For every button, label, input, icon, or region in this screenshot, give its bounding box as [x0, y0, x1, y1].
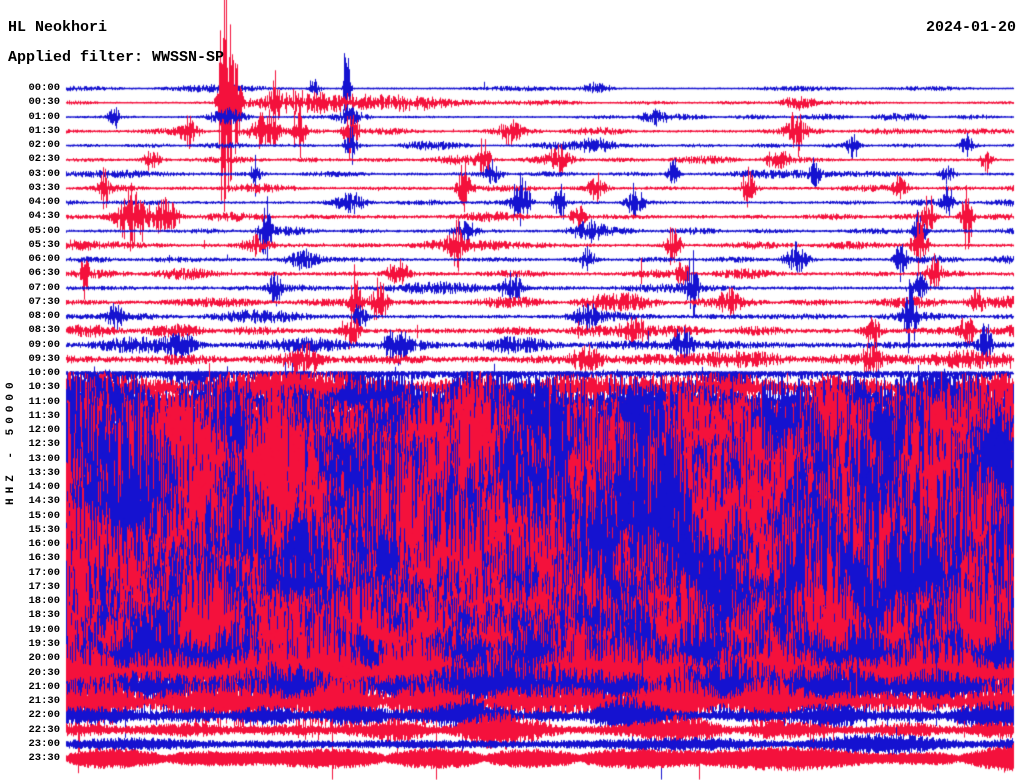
- time-label: 03:30: [28, 181, 60, 194]
- time-label: 21:30: [28, 695, 60, 707]
- time-label: 22:30: [28, 723, 60, 736]
- time-label: 17:30: [28, 580, 60, 593]
- time-label: 12:00: [28, 424, 60, 437]
- time-axis: 00:00 00:30 01:00 01:30 02:00 02:30 03:00 03:30…: [0, 0, 62, 780]
- time-label: 03:00: [28, 167, 60, 180]
- time-label: 11:30: [28, 409, 60, 422]
- time-label: 20:30: [28, 666, 60, 679]
- time-label: 15:30: [28, 523, 60, 536]
- time-label: 01:00: [28, 110, 60, 123]
- time-label: 20:00: [28, 652, 60, 665]
- time-label: 04:30: [28, 210, 60, 223]
- time-label: 08:00: [28, 310, 60, 323]
- time-label: 13:00: [28, 452, 60, 465]
- time-label: 23:00: [28, 737, 60, 750]
- time-label: 13:30: [28, 466, 60, 479]
- time-label: 04:00: [28, 196, 60, 208]
- time-label: 00:30: [28, 96, 60, 109]
- time-label: 05:00: [28, 224, 60, 237]
- date-label: 2024-01-20: [925, 19, 1016, 36]
- time-label: 21:00: [28, 680, 60, 693]
- time-label: 15:00: [28, 509, 60, 522]
- time-label: 09:30: [28, 352, 60, 365]
- time-label: 14:30: [28, 495, 60, 508]
- time-label: 06:00: [28, 253, 60, 266]
- time-label: 05:30: [28, 238, 60, 251]
- helicorder-view: HL Neokhori Applied filter: WWSSN-SP 202…: [0, 0, 1024, 780]
- time-label: 06:30: [28, 267, 60, 280]
- time-label: 01:30: [28, 124, 60, 137]
- time-label: 08:30: [28, 324, 60, 337]
- time-label: 16:00: [28, 538, 60, 551]
- time-label: 02:30: [28, 153, 60, 166]
- time-label: 22:00: [28, 709, 60, 722]
- time-label: 07:30: [28, 295, 60, 308]
- time-label: 10:00: [28, 367, 60, 380]
- time-label: 23:30: [28, 752, 60, 764]
- time-label: 14:00: [28, 481, 60, 494]
- time-label: 10:30: [28, 381, 60, 394]
- time-label: 19:00: [28, 623, 60, 636]
- seismogram-canvas: [0, 0, 1024, 780]
- time-label: 16:30: [28, 552, 60, 565]
- time-label: 12:30: [28, 438, 60, 451]
- time-label: 09:00: [28, 338, 60, 351]
- time-label: 17:00: [28, 566, 60, 579]
- time-label: 19:30: [28, 638, 60, 650]
- time-label: 02:00: [28, 139, 60, 151]
- time-label: 18:00: [28, 595, 60, 608]
- time-label: 07:00: [28, 281, 60, 294]
- time-label: 11:00: [28, 395, 60, 408]
- time-label: 18:30: [28, 609, 60, 622]
- time-label: 00:00: [28, 82, 60, 94]
